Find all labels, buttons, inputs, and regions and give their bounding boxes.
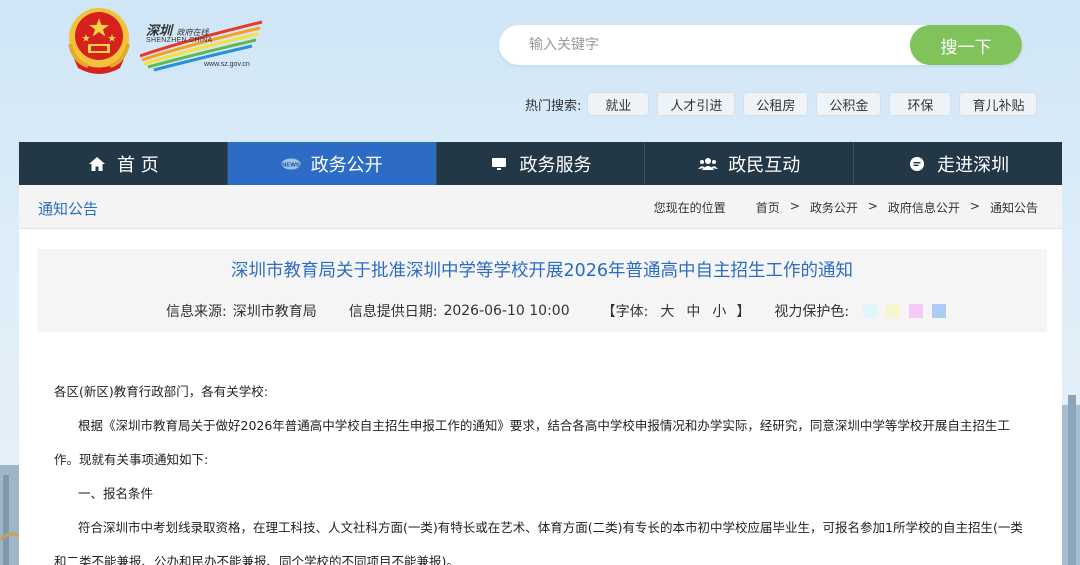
- font-size-close: 】: [736, 304, 751, 320]
- breadcrumb-bar: 通知公告 您现在的位置 > 首页 > 政务公开 > 政府信息公开 > 通知公告: [19, 185, 1062, 229]
- eye-color-pink-swatch[interactable]: [909, 304, 924, 318]
- article-title: 深圳市教育局关于批准深圳中学等学校开展2026年普通高中自主招生工作的通知: [230, 261, 854, 281]
- hot-tag-gongzufang[interactable]: 公租房: [743, 92, 809, 116]
- font-size-label: 【字体:: [601, 304, 649, 320]
- hot-tag-rencai[interactable]: 人才引进: [657, 92, 736, 116]
- eye-color-blue-swatch[interactable]: [932, 304, 947, 318]
- nav-label: 政民互动: [728, 154, 801, 176]
- hot-tag-yuer[interactable]: 育儿补贴: [959, 92, 1038, 116]
- breadcrumb-separator: >: [969, 199, 980, 213]
- section-title: 通知公告: [38, 200, 99, 218]
- breadcrumb-tongzhi-gonggao[interactable]: 通知公告: [990, 199, 1038, 216]
- article-paragraph: 一、报名条件: [78, 486, 154, 501]
- source-value: 深圳市教育局: [232, 304, 317, 320]
- hot-tag-huanbao[interactable]: 环保: [889, 92, 952, 116]
- site-logo-url: www.sz.gov.cn: [204, 61, 250, 68]
- site-logo-en: SHENZHEN CHINA: [146, 37, 213, 44]
- nav-label: 走进深圳: [937, 154, 1010, 176]
- source-label: 信息来源:: [166, 304, 227, 320]
- nav-label: 政务公开: [310, 154, 383, 176]
- hot-search-label: 热门搜索:: [525, 98, 582, 114]
- home-icon: [87, 155, 107, 173]
- nav-item-zhengwu-gongkai[interactable]: NEWS 政务公开: [227, 142, 437, 185]
- chat-icon: [907, 155, 927, 173]
- main-content: 通知公告 您现在的位置 > 首页 > 政务公开 > 政府信息公开 > 通知公告 …: [19, 185, 1062, 565]
- article-body: 各区(新区)教育行政部门，各有关学校: 根据《深圳市教育局关于做好2026年普通…: [54, 375, 1034, 565]
- breadcrumb-zhengwu-gongkai[interactable]: 政务公开: [810, 199, 858, 216]
- eye-protect-label: 视力保护色:: [774, 304, 850, 320]
- search-button[interactable]: 搜一下: [910, 25, 1022, 65]
- city-scenery-left-icon: [0, 465, 19, 565]
- national-emblem-icon[interactable]: [64, 4, 134, 76]
- breadcrumb-home[interactable]: 首页: [756, 199, 780, 216]
- breadcrumb-separator: >: [789, 199, 800, 213]
- nav-label: 政务服务: [519, 154, 592, 176]
- nav-item-zhengwu-fuwu[interactable]: 政务服务: [437, 142, 646, 185]
- font-size-medium-button[interactable]: 中: [686, 301, 700, 321]
- breadcrumb-separator: >: [867, 199, 878, 213]
- date-label: 信息提供日期:: [348, 304, 438, 320]
- font-size-small-button[interactable]: 小: [712, 301, 726, 321]
- article-paragraph: 各区(新区)教育行政部门，各有关学校:: [54, 384, 268, 399]
- nav-label: 首 页: [117, 154, 159, 176]
- users-icon: [698, 155, 719, 173]
- main-nav: 首 页 NEWS 政务公开 政务服务 政民互动 走进深圳: [19, 142, 1062, 185]
- article-paragraph: 根据《深圳市教育局关于做好2026年普通高中学校自主招生申报工作的通知》要求，结…: [54, 418, 1010, 467]
- hot-search-bar: 热门搜索: 就业 人才引进 公租房 公积金 环保 育儿补贴: [525, 92, 1045, 116]
- article-paragraph: 符合深圳市中考划线录取资格，在理工科技、人文社科方面(一类)有特长或在艺术、体育…: [54, 520, 1023, 565]
- hot-tag-gongjijin[interactable]: 公积金: [816, 92, 882, 116]
- date-value: 2026-06-10 10:00: [443, 303, 570, 319]
- article-meta: 信息来源: 深圳市教育局 信息提供日期: 2026-06-10 10:00 【字…: [166, 301, 947, 321]
- nav-item-zhengmin-hudong[interactable]: 政民互动: [645, 142, 855, 185]
- breadcrumb-zhengfu-xinxi[interactable]: 政府信息公开: [888, 199, 960, 216]
- nav-item-home[interactable]: 首 页: [19, 142, 228, 185]
- site-header: 深圳 政府在线 SHENZHEN CHINA www.sz.gov.cn 搜一下…: [0, 0, 1080, 142]
- eye-color-cyan-swatch[interactable]: [863, 304, 878, 318]
- font-size-large-button[interactable]: 大: [660, 301, 674, 321]
- article-header: 深圳市教育局关于批准深圳中学等学校开展2026年普通高中自主招生工作的通知 信息…: [37, 249, 1047, 332]
- breadcrumb-prefix: 您现在的位置: [653, 201, 726, 215]
- city-scenery-right-icon: [1062, 395, 1080, 565]
- news-icon: NEWS: [281, 155, 301, 173]
- nav-item-zoujin-shenzhen[interactable]: 走进深圳: [854, 142, 1062, 185]
- eye-color-yellow-swatch[interactable]: [886, 304, 901, 318]
- search-input[interactable]: [529, 33, 899, 57]
- svg-text:NEWS: NEWS: [282, 162, 300, 168]
- monitor-icon: [489, 155, 509, 173]
- hot-tag-jiuye[interactable]: 就业: [587, 92, 650, 116]
- search-box: 搜一下: [499, 25, 1022, 65]
- breadcrumb: 您现在的位置 > 首页 > 政务公开 > 政府信息公开 > 通知公告: [648, 199, 1038, 216]
